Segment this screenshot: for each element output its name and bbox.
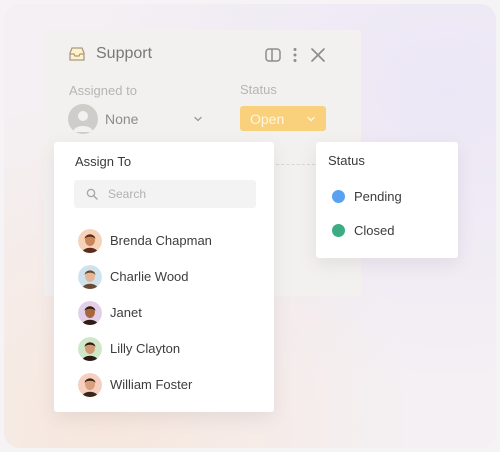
user-name: Janet (110, 305, 142, 320)
status-option-closed[interactable]: Closed (332, 221, 442, 241)
search-box (74, 180, 256, 208)
avatar (78, 373, 102, 397)
avatar (78, 265, 102, 289)
status-dot-icon (332, 224, 345, 237)
status-value: Open (250, 111, 285, 127)
user-name: Charlie Wood (110, 269, 189, 284)
search-input[interactable] (108, 185, 248, 203)
more-options-icon[interactable] (286, 46, 304, 64)
status-popover: Status Pending Closed (316, 142, 458, 258)
user-list-item[interactable]: Charlie Wood (78, 265, 268, 289)
status-option-label: Closed (354, 223, 395, 238)
chevron-down-icon (307, 116, 315, 122)
card-title: Support (96, 45, 153, 62)
chevron-down-icon (194, 116, 202, 122)
avatar (78, 337, 102, 361)
inbox-icon (69, 47, 85, 61)
close-icon[interactable] (309, 46, 327, 64)
avatar-placeholder-icon (68, 104, 98, 134)
user-name: William Foster (110, 377, 193, 392)
user-list-item[interactable]: William Foster (78, 373, 268, 397)
popover-title: Status (328, 153, 365, 168)
card-header: Support (44, 30, 361, 80)
assignee-value: None (105, 111, 139, 127)
popover-title: Assign To (75, 154, 132, 169)
sidebar-toggle-icon[interactable] (264, 46, 282, 64)
status-option-pending[interactable]: Pending (332, 187, 442, 207)
assignee-dropdown[interactable]: None (68, 104, 208, 134)
status-option-label: Pending (354, 189, 402, 204)
user-name: Brenda Chapman (110, 233, 212, 248)
assigned-to-label: Assigned to (69, 83, 137, 98)
user-list-item[interactable]: Janet (78, 301, 268, 325)
avatar (78, 301, 102, 325)
status-label: Status (240, 82, 277, 97)
status-dot-icon (332, 190, 345, 203)
avatar (78, 229, 102, 253)
user-name: Lilly Clayton (110, 341, 181, 356)
user-list-item[interactable]: Lilly Clayton (78, 337, 268, 361)
assign-to-popover: Assign To Brenda Chapman Charlie Wood Jane… (54, 142, 274, 412)
search-icon (86, 188, 98, 200)
status-dropdown[interactable]: Open (240, 106, 326, 131)
user-list-item[interactable]: Brenda Chapman (78, 229, 268, 253)
